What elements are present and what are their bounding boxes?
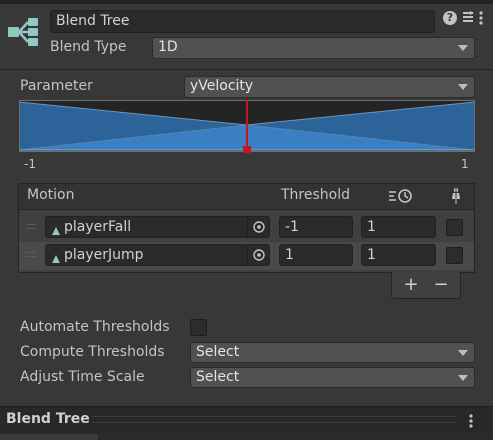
motion-column-header: Motion	[27, 187, 75, 203]
blend-tree-node-icon	[6, 14, 42, 50]
parameter-label: Parameter	[20, 78, 93, 94]
time-scale-field[interactable]: 1	[361, 216, 436, 238]
drag-handle-icon[interactable]	[26, 252, 36, 253]
help-icon[interactable]: ?	[443, 11, 457, 25]
mirror-checkbox[interactable]	[446, 219, 463, 236]
blend-value-handle[interactable]	[243, 146, 251, 153]
graph-max-label: 1	[461, 157, 469, 171]
chevron-down-icon	[458, 350, 468, 356]
chevron-down-icon	[458, 375, 468, 381]
blend-type-value: 1D	[158, 39, 178, 55]
automate-thresholds-label: Automate Thresholds	[20, 319, 170, 335]
blend-value-marker[interactable]	[246, 100, 248, 152]
parameter-dropdown[interactable]: yVelocity	[184, 76, 475, 98]
object-picker-icon[interactable]	[247, 217, 269, 237]
mirror-icon	[449, 187, 463, 205]
more-options-icon[interactable]	[468, 414, 474, 428]
threshold-field[interactable]: -1	[279, 216, 353, 238]
threshold-field[interactable]: 1	[279, 244, 353, 266]
adjust-time-scale-value: Select	[196, 369, 240, 385]
motion-name: playerFall	[64, 219, 132, 235]
adjust-time-scale-dropdown[interactable]: Select	[190, 367, 475, 388]
remove-motion-button[interactable]: −	[432, 275, 450, 295]
motion-name: playerJump	[64, 247, 144, 263]
graph-min-label: -1	[24, 157, 36, 171]
preview-strip	[98, 434, 493, 440]
header-divider	[0, 69, 493, 70]
compute-thresholds-value: Select	[196, 344, 240, 360]
mirror-checkbox[interactable]	[446, 247, 463, 264]
drag-handle-icon[interactable]	[26, 228, 36, 229]
adjust-time-scale-label: Adjust Time Scale	[20, 369, 145, 385]
drag-handle-icon[interactable]	[26, 224, 36, 225]
time-scale-icon	[388, 188, 414, 204]
blend-type-label: Blend Type	[50, 39, 127, 55]
motion-object-field[interactable]: playerJump	[45, 244, 270, 266]
parameter-value: yVelocity	[190, 78, 254, 94]
threshold-column-header: Threshold	[281, 187, 350, 203]
time-scale-field[interactable]: 1	[361, 244, 436, 266]
automate-thresholds-checkbox[interactable]	[190, 319, 207, 336]
compute-thresholds-label: Compute Thresholds	[20, 344, 165, 360]
blend-type-dropdown[interactable]: 1D	[152, 37, 475, 59]
animation-clip-icon	[51, 222, 61, 235]
preview-tab	[0, 434, 98, 440]
add-motion-button[interactable]: +	[402, 275, 420, 295]
object-picker-icon[interactable]	[247, 245, 269, 265]
presets-icon[interactable]	[461, 10, 475, 24]
top-strip	[0, 0, 493, 4]
motion-object-field[interactable]: playerFall	[45, 216, 270, 238]
name-field[interactable]: Blend Tree	[50, 10, 435, 33]
drag-grip[interactable]	[92, 416, 456, 423]
chevron-down-icon	[458, 45, 468, 51]
more-options-icon[interactable]	[478, 11, 484, 25]
compute-thresholds-dropdown[interactable]: Select	[190, 342, 475, 363]
animation-clip-icon	[51, 250, 61, 263]
preview-header[interactable]: Blend Tree	[0, 406, 493, 434]
drag-handle-icon[interactable]	[26, 256, 36, 257]
chevron-down-icon	[458, 84, 468, 90]
preview-title: Blend Tree	[6, 411, 90, 427]
